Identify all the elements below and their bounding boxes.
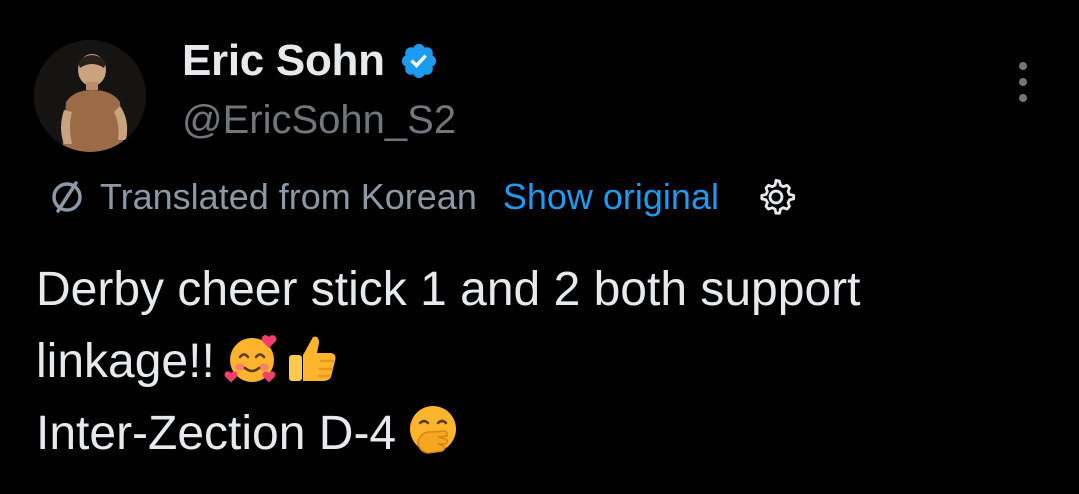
face-with-hand-over-mouth-emoji — [410, 406, 457, 454]
settings-gear-icon[interactable] — [755, 176, 797, 218]
author-name-row[interactable]: Eric Sohn — [182, 36, 439, 86]
tweet-line-1: Derby cheer stick 1 and 2 both support — [36, 263, 861, 316]
smiling-face-with-hearts-emoji — [224, 335, 277, 383]
thumbs-up-emoji — [288, 336, 336, 381]
show-original-link[interactable]: Show original — [503, 174, 719, 220]
verified-badge-icon — [401, 43, 436, 79]
translated-from-label: Translated from Korean — [100, 176, 477, 217]
author-handle[interactable]: @EricSohn_S2 — [182, 96, 456, 144]
author-display-name[interactable]: Eric Sohn — [182, 36, 385, 86]
more-options-icon[interactable] — [1011, 62, 1035, 102]
author-avatar[interactable] — [34, 40, 146, 152]
tweet-line-2-text: linkage!! — [36, 335, 215, 388]
translation-bar: Translated from Korean Show original — [46, 174, 797, 220]
tweet-line-2: linkage!! — [36, 326, 1056, 398]
translate-icon — [52, 181, 82, 213]
tweet-text: Derby cheer stick 1 and 2 both support l… — [36, 254, 1056, 470]
tweet-line-3-text: Inter-Zection D-4 — [36, 407, 397, 460]
tweet-line-3: Inter-Zection D-4 — [36, 398, 1056, 470]
